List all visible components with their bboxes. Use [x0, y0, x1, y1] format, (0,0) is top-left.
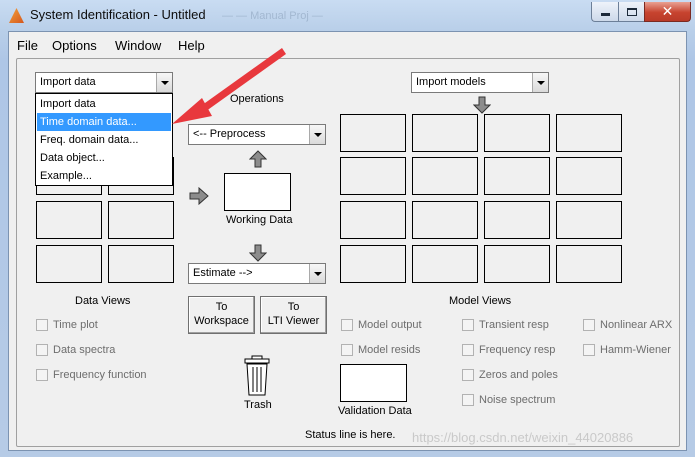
arrow-down-icon — [473, 96, 491, 114]
nonlinear-arx-label: Nonlinear ARX — [600, 319, 673, 331]
model-resids-label: Model resids — [358, 344, 421, 356]
model-slot-2-3[interactable] — [484, 157, 550, 195]
estimate-dropdown-button[interactable] — [309, 264, 325, 283]
arrow-up-icon — [249, 150, 267, 168]
data-spectra-checkbox[interactable] — [36, 344, 48, 356]
to-lti-viewer-button[interactable]: To LTI Viewer — [260, 296, 327, 334]
model-resids-checkbox[interactable] — [341, 344, 353, 356]
to-lti-viewer-line2: LTI Viewer — [267, 315, 320, 327]
status-line: Status line is here. — [305, 429, 396, 441]
frequency-function-checkbox[interactable] — [36, 369, 48, 381]
frequency-resp-checkbox[interactable] — [462, 344, 474, 356]
close-icon: ✕ — [661, 3, 674, 20]
menu-options[interactable]: Options — [52, 38, 97, 53]
model-slot-1-4[interactable] — [556, 114, 622, 152]
working-data-label: Working Data — [226, 214, 293, 226]
validation-data-box[interactable] — [340, 364, 407, 402]
window-controls: ✕ — [591, 2, 691, 22]
close-button[interactable]: ✕ — [644, 2, 691, 22]
model-slot-3-1[interactable] — [340, 201, 406, 239]
model-slot-1-2[interactable] — [412, 114, 478, 152]
validation-data-label: Validation Data — [338, 405, 412, 417]
trash-label: Trash — [244, 399, 272, 411]
chevron-down-icon — [536, 80, 545, 85]
model-slot-1-3[interactable] — [484, 114, 550, 152]
chevron-down-icon — [313, 132, 322, 137]
to-workspace-line2: Workspace — [194, 315, 249, 327]
zeros-and-poles-checkbox[interactable] — [462, 369, 474, 381]
frequency-function-label: Frequency function — [53, 369, 147, 381]
dropdown-option-example[interactable]: Example... — [37, 167, 171, 185]
import-models-select[interactable]: Import models — [411, 72, 549, 93]
trash-icon[interactable] — [243, 355, 271, 397]
zeros-and-poles-label: Zeros and poles — [479, 369, 558, 381]
import-models-dropdown-button[interactable] — [532, 73, 548, 92]
import-data-select-value: Import data — [40, 76, 96, 88]
watermark-text: https://blog.csdn.net/weixin_44020886 — [412, 430, 634, 445]
frequency-resp-label: Frequency resp — [479, 344, 556, 356]
menu-bar: File Options Window Help — [9, 32, 686, 57]
arrow-down-icon — [249, 244, 267, 262]
hamm-wiener-checkbox[interactable] — [583, 344, 595, 356]
transient-resp-label: Transient resp — [479, 319, 549, 331]
arrow-right-icon — [189, 187, 209, 205]
model-views-heading: Model Views — [449, 295, 512, 307]
time-plot-checkbox[interactable] — [36, 319, 48, 331]
estimate-select[interactable]: Estimate --> — [188, 263, 326, 284]
maximize-icon — [626, 7, 637, 16]
to-lti-viewer-line1: To — [287, 301, 300, 313]
hamm-wiener-label: Hamm-Wiener — [600, 344, 671, 356]
to-workspace-button[interactable]: To Workspace — [188, 296, 255, 334]
data-views-heading: Data Views — [75, 295, 131, 307]
menu-file[interactable]: File — [17, 38, 38, 53]
model-slot-2-2[interactable] — [412, 157, 478, 195]
import-models-select-value: Import models — [416, 76, 486, 88]
model-slot-4-2[interactable] — [412, 245, 478, 283]
model-slot-3-4[interactable] — [556, 201, 622, 239]
data-slot-3-2[interactable] — [108, 201, 174, 239]
nonlinear-arx-checkbox[interactable] — [583, 319, 595, 331]
minimize-button[interactable] — [591, 2, 618, 22]
working-data-box[interactable] — [224, 173, 291, 211]
model-output-checkbox[interactable] — [341, 319, 353, 331]
maximize-button[interactable] — [618, 2, 644, 22]
data-slot-3-1[interactable] — [36, 201, 102, 239]
noise-spectrum-label: Noise spectrum — [479, 394, 556, 406]
data-slot-4-2[interactable] — [108, 245, 174, 283]
minimize-icon — [600, 13, 610, 16]
dropdown-option-data-object[interactable]: Data object... — [37, 149, 171, 167]
model-output-label: Model output — [358, 319, 422, 331]
model-slot-4-1[interactable] — [340, 245, 406, 283]
noise-spectrum-checkbox[interactable] — [462, 394, 474, 406]
model-slot-2-1[interactable] — [340, 157, 406, 195]
window-title: System Identification - Untitled — [30, 7, 206, 22]
model-slot-3-3[interactable] — [484, 201, 550, 239]
chevron-down-icon — [313, 271, 322, 276]
red-annotation-arrow — [172, 48, 286, 124]
data-spectra-label: Data spectra — [53, 344, 116, 356]
model-slot-2-4[interactable] — [556, 157, 622, 195]
time-plot-label: Time plot — [53, 319, 98, 331]
model-slot-1-1[interactable] — [340, 114, 406, 152]
transient-resp-checkbox[interactable] — [462, 319, 474, 331]
estimate-select-value: Estimate --> — [193, 267, 253, 279]
background-window-title: — — Manual Proj — — [222, 10, 323, 22]
model-slot-4-4[interactable] — [556, 245, 622, 283]
preprocess-dropdown-button[interactable] — [309, 125, 325, 144]
to-workspace-line1: To — [215, 301, 228, 313]
data-slot-4-1[interactable] — [36, 245, 102, 283]
model-slot-4-3[interactable] — [484, 245, 550, 283]
model-slot-3-2[interactable] — [412, 201, 478, 239]
